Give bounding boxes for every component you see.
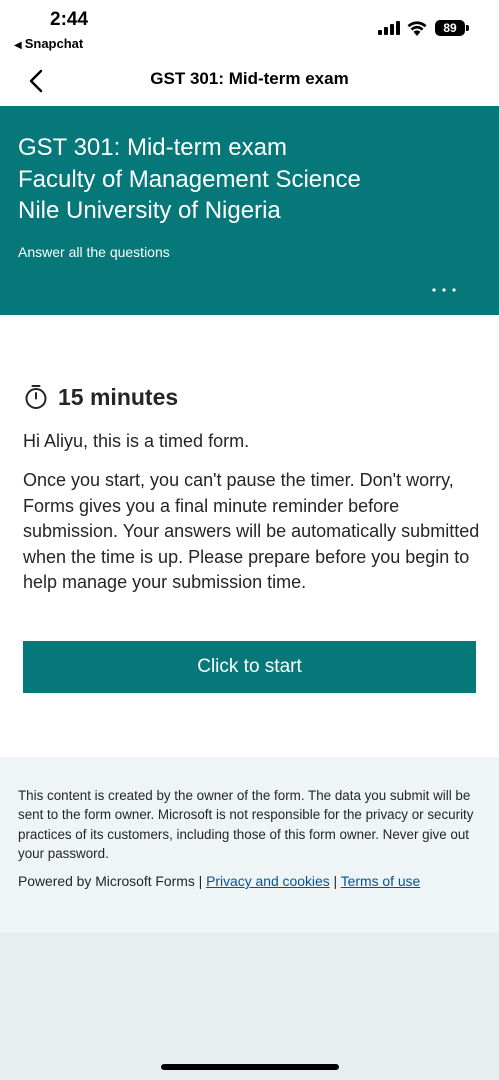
- separator: |: [198, 873, 203, 889]
- more-options-icon[interactable]: [428, 278, 460, 302]
- form-title: GST 301: Mid-term exam Faculty of Manage…: [18, 132, 478, 227]
- form-title-line: Faculty of Management Science: [18, 165, 361, 193]
- powered-by-text: Powered by Microsoft Forms: [18, 873, 195, 889]
- wifi-icon: [407, 21, 427, 36]
- back-app-label: Snapchat: [24, 36, 84, 51]
- form-title-line: GST 301: Mid-term exam: [18, 134, 287, 161]
- terms-link[interactable]: Terms of use: [341, 873, 421, 889]
- greeting-text: Hi Aliyu, this is a timed form.: [23, 431, 250, 451]
- form-header-banner: GST 301: Mid-term exam Faculty of Manage…: [0, 106, 499, 315]
- back-to-app-link[interactable]: ◀ Snapchat: [14, 36, 83, 51]
- back-chevron-icon[interactable]: [26, 68, 50, 94]
- time-limit: 15 minutes: [58, 383, 179, 410]
- start-button[interactable]: Click to start: [23, 641, 476, 693]
- status-time: 2:44: [50, 9, 89, 30]
- footer: This content is created by the owner of …: [0, 757, 499, 933]
- powered-by-row: Powered by Microsoft Forms | Privacy and…: [18, 873, 488, 889]
- battery-tip: [466, 25, 469, 31]
- nav-title: GST 301: Mid-term exam: [150, 69, 349, 88]
- page-background: [0, 933, 499, 1080]
- timer-info-text: Once you start, you can't pause the time…: [23, 470, 480, 593]
- timer-row: 15 minutes: [24, 382, 178, 412]
- back-triangle-icon: ◀: [14, 40, 22, 51]
- battery-icon: 89: [435, 20, 465, 36]
- home-indicator[interactable]: [161, 1064, 339, 1070]
- separator: |: [333, 873, 338, 889]
- form-description: Answer all the questions: [18, 244, 170, 260]
- disclaimer-text: This content is created by the owner of …: [18, 788, 474, 861]
- timed-form-intro: 15 minutes Hi Aliyu, this is a timed for…: [0, 315, 499, 757]
- stopwatch-icon: [25, 385, 47, 409]
- nav-bar: GST 301: Mid-term exam: [0, 58, 499, 106]
- privacy-link[interactable]: Privacy and cookies: [206, 873, 330, 889]
- status-bar: 2:44 ◀ Snapchat 89: [0, 0, 499, 58]
- form-title-line: Nile University of Nigeria: [18, 197, 281, 224]
- cellular-signal-icon: [378, 21, 400, 35]
